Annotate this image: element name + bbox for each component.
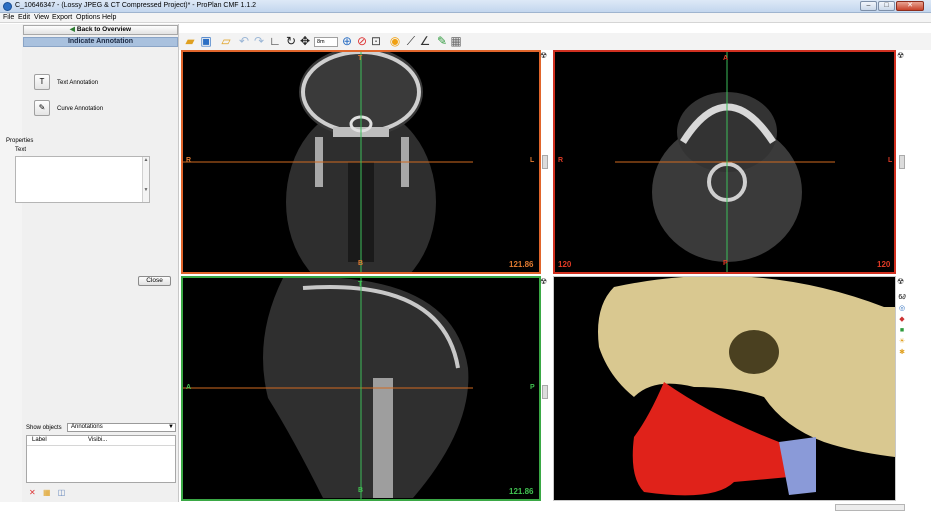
menu-help[interactable]: Help: [102, 14, 116, 21]
axial-bottom-label: P: [723, 260, 728, 267]
line-measure-icon[interactable]: ⟋: [404, 34, 418, 48]
color-icon[interactable]: ◆: [897, 315, 907, 324]
list-header-divider: [27, 445, 175, 446]
status-progress-bar: [835, 504, 905, 511]
zoom-in-icon[interactable]: ⊕: [341, 34, 353, 48]
delete-icon[interactable]: ✕: [29, 488, 36, 497]
sagittal-top-label: T: [358, 281, 363, 288]
measure-angle-icon[interactable]: ∟: [268, 34, 282, 48]
axial-right-label: L: [888, 157, 893, 164]
menu-bar: File Edit View Export Options Help: [0, 13, 931, 23]
grid-icon[interactable]: ▦: [450, 34, 462, 48]
column-header-visibility[interactable]: Visibi...: [88, 437, 107, 443]
export-icon[interactable]: ◫: [58, 488, 66, 497]
annotation-text-field[interactable]: ▲ ▼: [15, 156, 150, 203]
menu-file[interactable]: File: [3, 14, 14, 21]
axial-left-label: R: [558, 157, 564, 164]
properties-label: Properties: [6, 138, 34, 144]
open-icon[interactable]: ▰: [183, 34, 197, 48]
maximize-button[interactable]: □: [878, 1, 895, 11]
menu-options[interactable]: Options: [76, 14, 100, 21]
app-logo-icon: [3, 2, 12, 11]
axial-view[interactable]: A P R L 120 120: [553, 50, 896, 274]
show-objects-select[interactable]: Annotations ▼: [67, 423, 176, 432]
undo-icon[interactable]: ↶: [237, 34, 251, 48]
coronal-side-tab[interactable]: [542, 155, 548, 169]
folder-open-icon[interactable]: ▱: [219, 34, 233, 48]
skull-3d-render: [598, 277, 895, 496]
window-title: C_10646347 - (Lossy JPEG & CT Compressed…: [15, 2, 257, 9]
zoom-select[interactable]: 8m: [314, 37, 338, 47]
minimize-button[interactable]: –: [860, 1, 877, 11]
coronal-right-label: L: [530, 157, 535, 164]
transparency-icon[interactable]: ◉: [388, 34, 402, 48]
sagittal-view[interactable]: T B A P 121.86: [181, 276, 541, 501]
coronal-slice-value: 121.86: [509, 260, 534, 269]
back-to-overview-button[interactable]: ◀ Back to Overview: [23, 25, 178, 35]
curve-annotation-button[interactable]: ✎: [34, 100, 50, 116]
object-actions: ✕ ▦ ◫: [29, 488, 65, 497]
cube-icon[interactable]: ■: [897, 326, 907, 335]
sagittal-bottom-label: B: [358, 487, 364, 494]
perspective-icon[interactable]: 6∂: [897, 293, 907, 302]
curve-annotation-label: Curve Annotation: [57, 106, 104, 112]
axial-value-right: 120: [877, 260, 891, 269]
left-margin: [0, 24, 22, 502]
objects-list[interactable]: Label Visibi...: [26, 435, 176, 483]
sagittal-slice-value: 121.86: [509, 487, 534, 496]
axial-top-label: A: [723, 55, 729, 62]
title-bar: C_10646347 - (Lossy JPEG & CT Compressed…: [0, 0, 931, 13]
close-button[interactable]: Close: [138, 276, 171, 286]
coronal-image: [183, 52, 473, 272]
panel-header: Indicate Annotation: [23, 37, 178, 47]
zoom-cancel-icon[interactable]: ⊘: [355, 34, 369, 48]
text-annotation-button[interactable]: T: [34, 74, 50, 90]
axial-value-left: 120: [558, 260, 572, 269]
sagittal-left-label: A: [186, 384, 192, 391]
light-icon[interactable]: ☀: [897, 337, 907, 346]
column-header-label[interactable]: Label: [32, 437, 47, 443]
pan-icon[interactable]: ✥: [298, 34, 312, 48]
show-objects-label: Show objects: [26, 425, 62, 431]
radiation-icon[interactable]: ☢: [540, 51, 547, 60]
chevron-down-icon: ▼: [168, 424, 174, 430]
curve-icon: ✎: [38, 103, 46, 112]
coronal-top-label: T: [358, 55, 363, 62]
text-field-scrollbar[interactable]: ▲ ▼: [142, 157, 149, 202]
axial-image: [615, 52, 835, 272]
settings-icon[interactable]: ✱: [897, 348, 907, 357]
radiation-icon[interactable]: ☢: [540, 277, 547, 286]
menu-view[interactable]: View: [34, 14, 49, 21]
save-icon[interactable]: ▣: [199, 34, 213, 48]
menu-edit[interactable]: Edit: [18, 14, 30, 21]
folder-icon[interactable]: ▦: [43, 488, 51, 497]
text-annotation-label: Text Annotation: [57, 80, 99, 86]
zoom-value: 8m: [317, 39, 325, 45]
sagittal-right-label: P: [530, 384, 535, 391]
axial-side-tab[interactable]: [899, 155, 905, 169]
text-icon: T: [39, 77, 45, 86]
rotate-icon[interactable]: ↻: [285, 34, 297, 48]
show-objects-value: Annotations: [71, 424, 103, 430]
angle-measure-icon[interactable]: ∠: [418, 34, 432, 48]
sagittal-image: [183, 278, 473, 499]
render-options-strip: 6∂ ◎ ◆ ■ ☀ ✱: [897, 283, 908, 363]
back-button-label: Back to Overview: [76, 26, 132, 33]
close-window-button[interactable]: ✕: [896, 1, 924, 11]
coronal-view[interactable]: T B R L 121.86: [181, 50, 541, 274]
redo-icon[interactable]: ↷: [252, 34, 266, 48]
status-bar: [0, 502, 931, 524]
fit-view-icon[interactable]: ⊡: [370, 34, 382, 48]
far-right-margin: [908, 50, 931, 502]
eye-icon[interactable]: ◎: [897, 304, 907, 313]
3d-view[interactable]: [553, 276, 896, 501]
sagittal-side-tab[interactable]: [542, 385, 548, 399]
annotation-icon[interactable]: ✎: [436, 34, 448, 48]
back-arrow-icon: ◀: [69, 26, 75, 33]
coronal-bottom-label: B: [358, 260, 364, 267]
menu-export[interactable]: Export: [52, 14, 72, 21]
coronal-left-label: R: [186, 157, 192, 164]
text-property-label: Text: [15, 147, 27, 153]
radiation-icon[interactable]: ☢: [897, 51, 904, 60]
